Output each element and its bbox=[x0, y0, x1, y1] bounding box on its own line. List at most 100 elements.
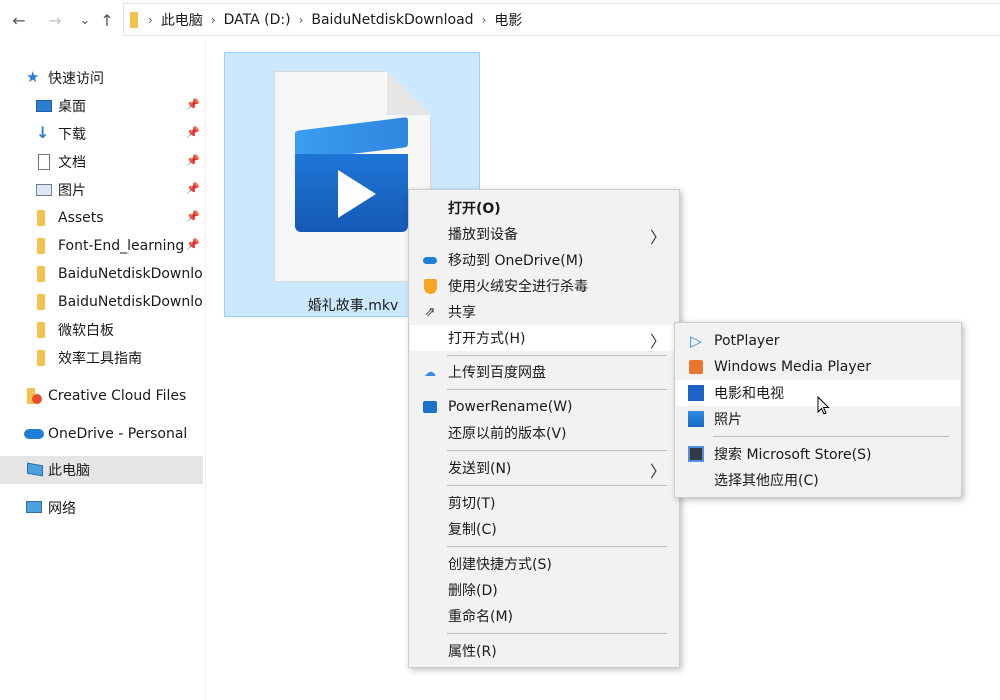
breadcrumb-this-pc[interactable]: 此电脑 bbox=[157, 10, 207, 30]
navigation-bar: ← → ⌄ ↑ › 此电脑 › DATA (D:) › BaiduNetdisk… bbox=[0, 0, 1000, 40]
menu-label: PowerRename(W) bbox=[448, 399, 573, 415]
menu-label: 移动到 OneDrive(M) bbox=[448, 253, 584, 269]
sidebar-item-font-end[interactable]: Font-End_learning 📌 bbox=[0, 232, 203, 260]
folder-icon bbox=[37, 294, 45, 310]
sidebar-item-documents[interactable]: 文档 📌 bbox=[0, 148, 203, 176]
sidebar-item-whiteboard[interactable]: 微软白板 bbox=[0, 316, 203, 344]
mouse-cursor-icon bbox=[817, 396, 830, 415]
menu-label: 属性(R) bbox=[448, 644, 497, 660]
menu-item-power-rename[interactable]: PowerRename(W) bbox=[410, 394, 678, 420]
document-icon bbox=[38, 154, 50, 170]
breadcrumb-separator[interactable]: › bbox=[144, 13, 157, 27]
sidebar-item-quick-access[interactable]: ★ 快速访问 bbox=[0, 64, 203, 92]
menu-label: 搜索 Microsoft Store(S) bbox=[714, 447, 872, 463]
navigation-pane: ★ 快速访问 桌面 📌 ↓ 下载 📌 文档 📌 图片 📌 Assets 📌 Fo… bbox=[0, 40, 206, 700]
folder-icon bbox=[37, 350, 45, 366]
sidebar-item-downloads[interactable]: ↓ 下载 📌 bbox=[0, 120, 203, 148]
up-button[interactable]: ↑ bbox=[96, 9, 118, 31]
sidebar-label: 此电脑 bbox=[48, 463, 90, 479]
menu-label: 使用火绒安全进行杀毒 bbox=[448, 279, 588, 295]
menu-item-huorong-scan[interactable]: 使用火绒安全进行杀毒 bbox=[410, 273, 678, 299]
pin-icon: 📌 bbox=[186, 210, 200, 223]
menu-label: PotPlayer bbox=[714, 333, 780, 349]
menu-item-cast[interactable]: 播放到设备 〉 bbox=[410, 221, 678, 247]
menu-item-upload-baidu[interactable]: ☁ 上传到百度网盘 bbox=[410, 359, 678, 385]
download-icon: ↓ bbox=[36, 123, 50, 142]
page-fold bbox=[387, 71, 431, 115]
menu-item-properties[interactable]: 属性(R) bbox=[410, 638, 678, 664]
menu-label: 剪切(T) bbox=[448, 496, 496, 512]
menu-item-potplayer[interactable]: ▷ PotPlayer bbox=[676, 328, 960, 354]
menu-item-open-with[interactable]: 打开方式(H) 〉 bbox=[410, 325, 678, 351]
menu-item-send-to[interactable]: 发送到(N) 〉 bbox=[410, 455, 678, 481]
breadcrumb-separator[interactable]: › bbox=[478, 13, 491, 27]
sidebar-item-baidu-2[interactable]: BaiduNetdiskDownload bbox=[0, 288, 203, 316]
folder-icon bbox=[37, 266, 45, 282]
forward-button[interactable]: → bbox=[44, 9, 66, 31]
menu-item-cut[interactable]: 剪切(T) bbox=[410, 490, 678, 516]
sidebar-item-creative-cloud[interactable]: Creative Cloud Files bbox=[0, 382, 203, 410]
sidebar-label: 下载 bbox=[58, 127, 86, 143]
menu-item-onedrive[interactable]: 移动到 OneDrive(M) bbox=[410, 247, 678, 273]
sidebar-item-this-pc[interactable]: 此电脑 bbox=[0, 456, 203, 484]
breadcrumb-separator[interactable]: › bbox=[207, 13, 220, 27]
sidebar-item-baidu-1[interactable]: BaiduNetdiskDownload bbox=[0, 260, 203, 288]
menu-item-delete[interactable]: 删除(D) bbox=[410, 577, 678, 603]
menu-item-open[interactable]: 打开(O) bbox=[410, 195, 678, 221]
menu-separator bbox=[447, 485, 667, 486]
menu-item-choose-other-app[interactable]: 选择其他应用(C) bbox=[676, 467, 960, 493]
breadcrumb-data-drive[interactable]: DATA (D:) bbox=[220, 12, 295, 28]
menu-label: 删除(D) bbox=[448, 583, 498, 599]
sidebar-label: Font-End_learning bbox=[58, 238, 185, 254]
menu-separator bbox=[447, 546, 667, 547]
menu-label: 创建快捷方式(S) bbox=[448, 557, 552, 573]
creative-cloud-icon bbox=[27, 388, 43, 404]
baidu-netdisk-icon: ☁ bbox=[424, 365, 436, 379]
menu-label: 电影和电视 bbox=[714, 386, 784, 402]
pin-icon: 📌 bbox=[186, 238, 200, 251]
menu-label: 发送到(N) bbox=[448, 461, 512, 477]
folder-icon bbox=[37, 238, 45, 254]
menu-item-restore-versions[interactable]: 还原以前的版本(V) bbox=[410, 420, 678, 446]
menu-label: 照片 bbox=[714, 412, 742, 428]
breadcrumb-movies[interactable]: 电影 bbox=[490, 10, 526, 30]
sidebar-item-desktop[interactable]: 桌面 📌 bbox=[0, 92, 203, 120]
recent-locations-button[interactable]: ⌄ bbox=[74, 9, 96, 31]
play-icon bbox=[338, 170, 376, 218]
sidebar-label: Assets bbox=[58, 210, 104, 226]
power-rename-icon bbox=[422, 399, 438, 415]
menu-label: 重命名(M) bbox=[448, 609, 514, 625]
menu-item-windows-media-player[interactable]: Windows Media Player bbox=[676, 354, 960, 380]
address-bar[interactable]: › 此电脑 › DATA (D:) › BaiduNetdiskDownload… bbox=[123, 3, 1000, 36]
chevron-right-icon: 〉 bbox=[649, 462, 666, 481]
movies-tv-icon bbox=[688, 385, 704, 401]
menu-separator bbox=[447, 389, 667, 390]
breadcrumb-separator[interactable]: › bbox=[295, 13, 308, 27]
sidebar-label: Creative Cloud Files bbox=[48, 388, 187, 404]
onedrive-icon bbox=[422, 252, 438, 268]
menu-item-microsoft-store[interactable]: 搜索 Microsoft Store(S) bbox=[676, 441, 960, 467]
menu-label: 共享 bbox=[448, 305, 476, 321]
menu-label: 选择其他应用(C) bbox=[714, 473, 819, 489]
sidebar-item-onedrive[interactable]: OneDrive - Personal bbox=[0, 420, 203, 448]
folder-icon bbox=[37, 322, 45, 338]
context-menu: 打开(O) 播放到设备 〉 移动到 OneDrive(M) 使用火绒安全进行杀毒… bbox=[408, 189, 680, 668]
back-button[interactable]: ← bbox=[8, 9, 30, 31]
sidebar-item-assets[interactable]: Assets 📌 bbox=[0, 204, 203, 232]
desktop-icon bbox=[36, 100, 52, 112]
menu-item-copy[interactable]: 复制(C) bbox=[410, 516, 678, 542]
sidebar-label: 图片 bbox=[58, 183, 86, 199]
sidebar-item-efficiency[interactable]: 效率工具指南 bbox=[0, 344, 203, 372]
sidebar-label: 文档 bbox=[58, 155, 86, 171]
share-icon: ⇗ bbox=[424, 304, 436, 320]
menu-item-rename[interactable]: 重命名(M) bbox=[410, 603, 678, 629]
potplayer-icon: ▷ bbox=[690, 332, 702, 350]
network-icon bbox=[26, 501, 42, 513]
menu-separator bbox=[713, 436, 949, 437]
sidebar-item-pictures[interactable]: 图片 📌 bbox=[0, 176, 203, 204]
chevron-right-icon: 〉 bbox=[649, 332, 666, 351]
menu-item-create-shortcut[interactable]: 创建快捷方式(S) bbox=[410, 551, 678, 577]
breadcrumb-baidu[interactable]: BaiduNetdiskDownload bbox=[307, 12, 477, 28]
sidebar-item-network[interactable]: 网络 bbox=[0, 494, 203, 522]
menu-item-share[interactable]: ⇗ 共享 bbox=[410, 299, 678, 325]
